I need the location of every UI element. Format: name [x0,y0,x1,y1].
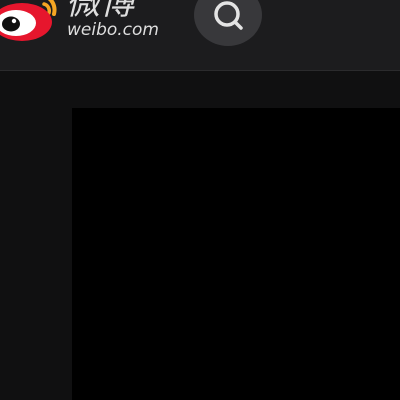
logo-chinese-text: 微博 [66,0,134,23]
weibo-logo-icon [0,0,57,41]
weibo-page: 微博 weibo.com [0,0,400,400]
search-button[interactable] [194,0,262,46]
main-content-panel [72,108,400,400]
weibo-logo[interactable]: 微博 weibo.com [0,0,170,48]
top-navigation-bar: 微博 weibo.com [0,0,400,71]
search-icon [214,1,243,30]
logo-domain-text: weibo.com [67,20,159,40]
